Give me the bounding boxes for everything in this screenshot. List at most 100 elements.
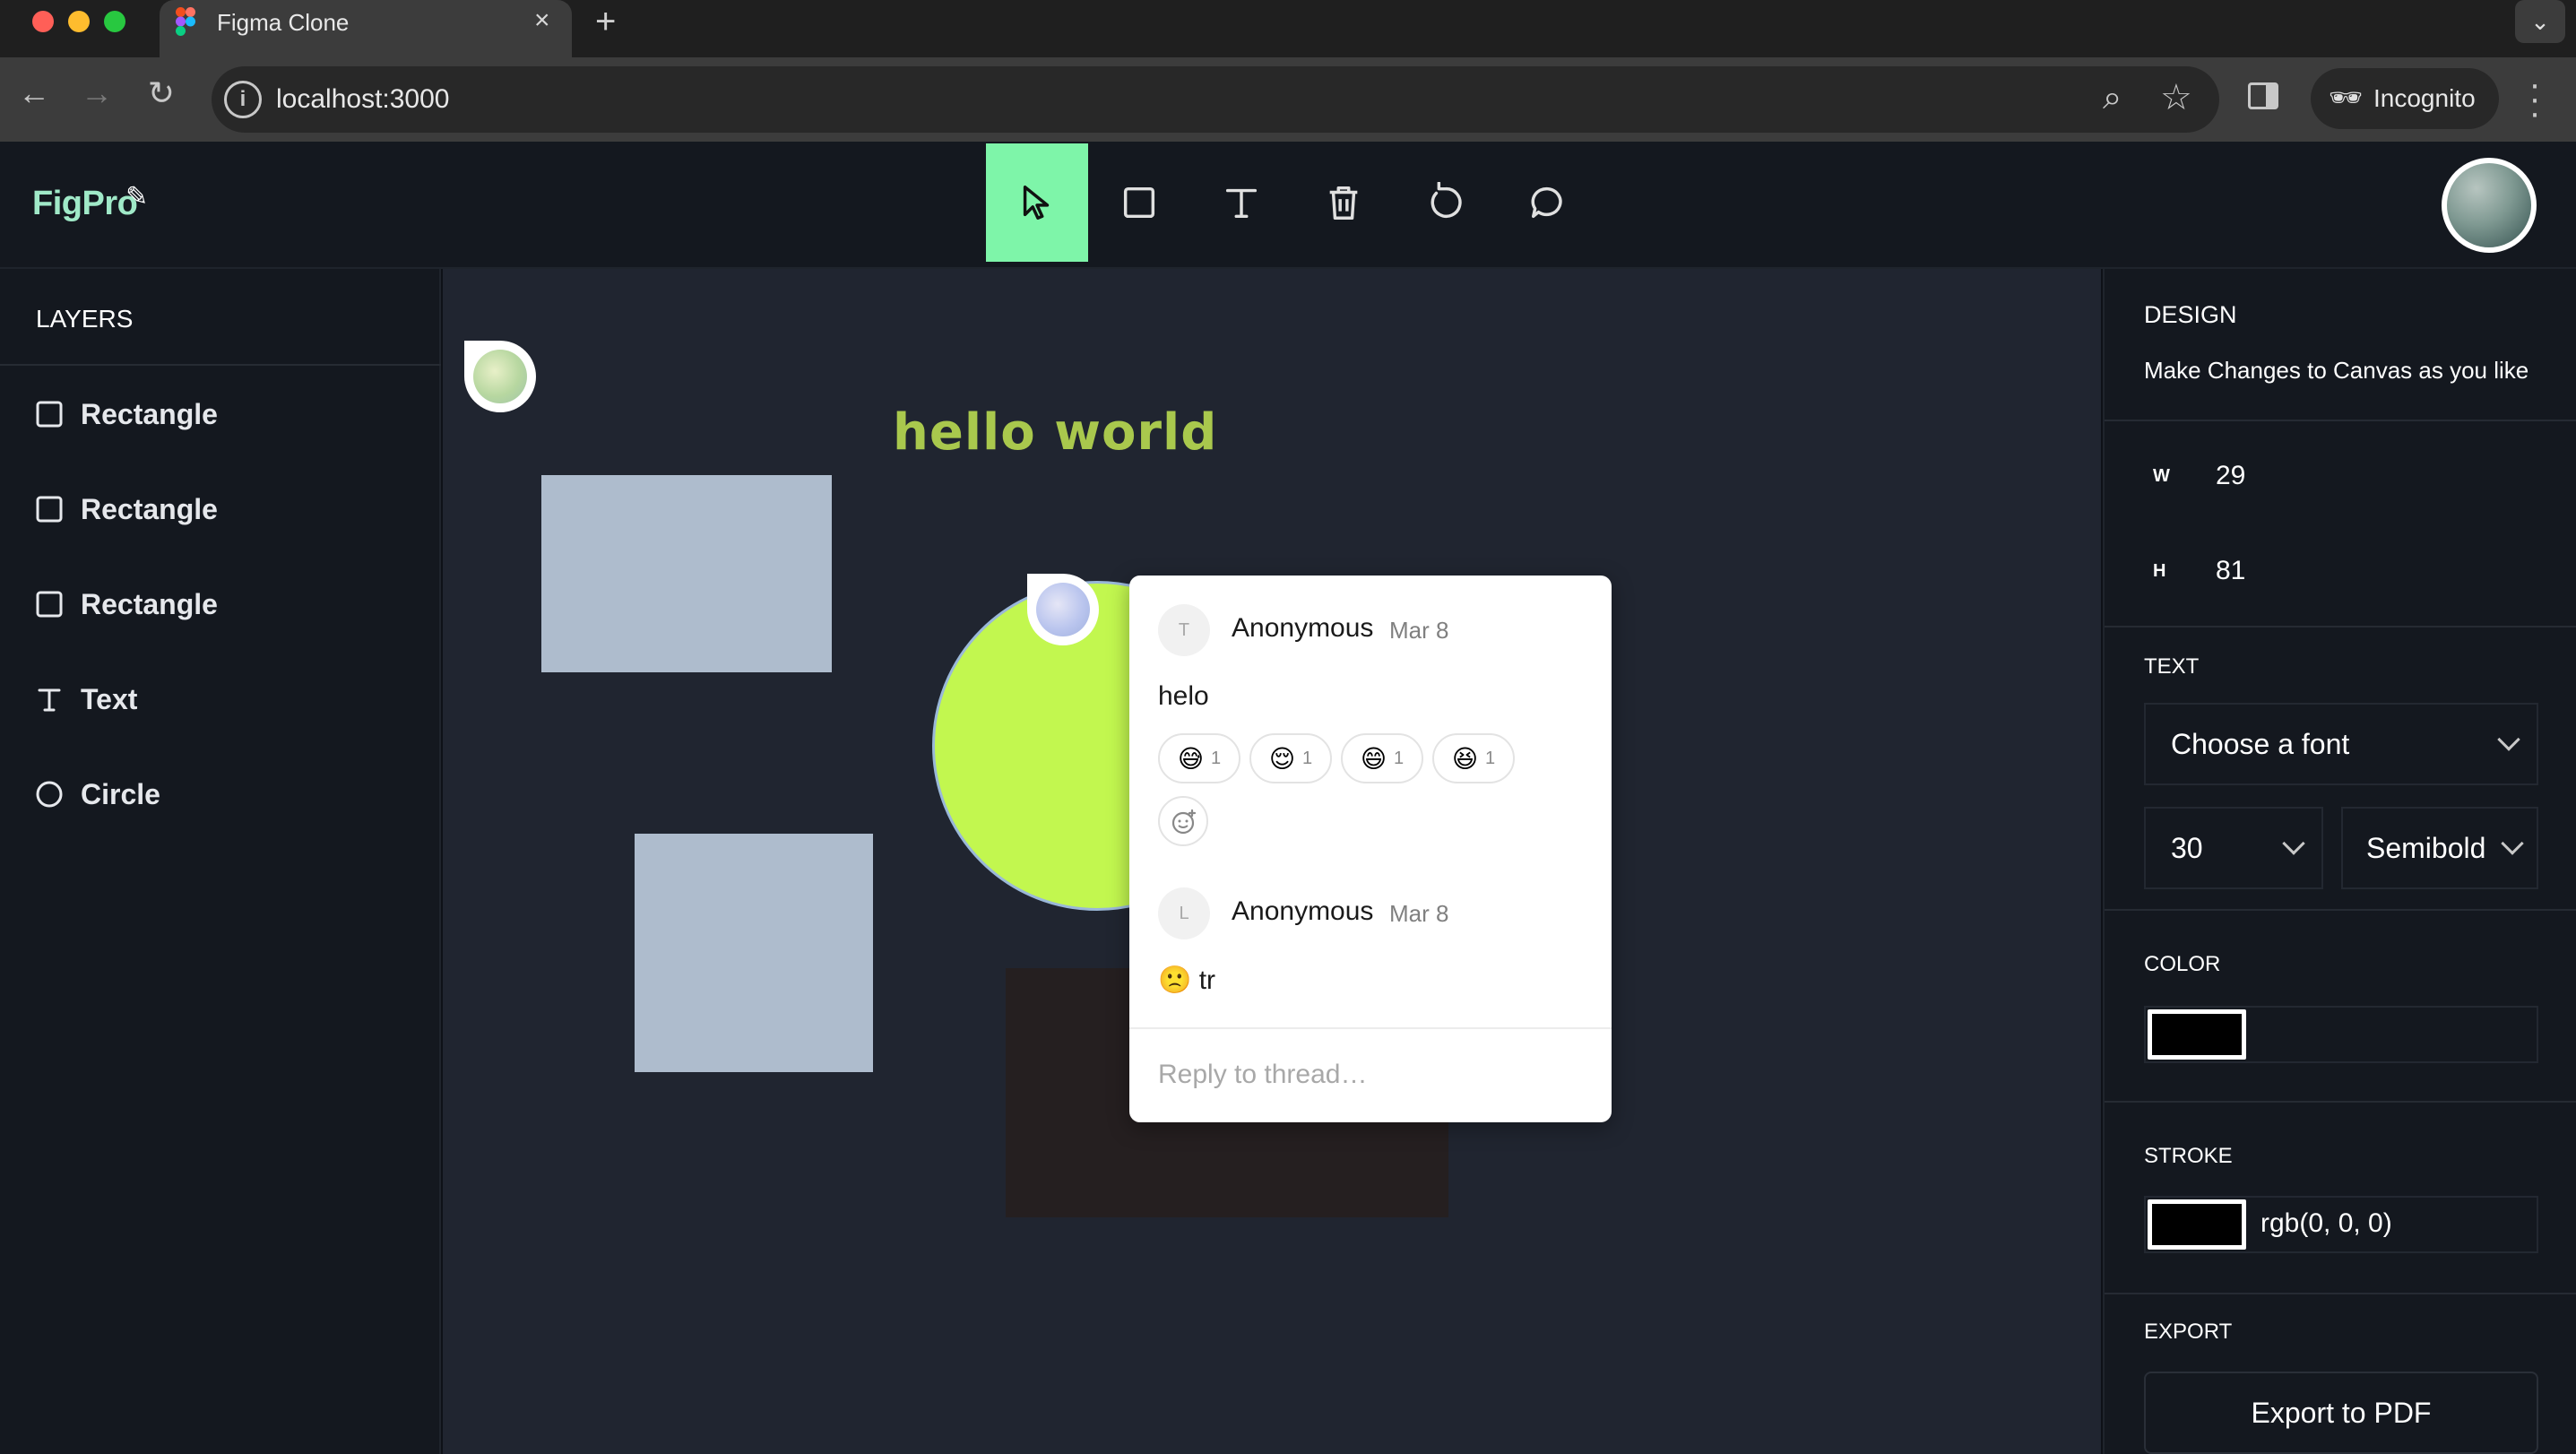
text-section-title: TEXT — [2144, 654, 2200, 679]
reload-icon[interactable]: ↻ — [142, 74, 181, 113]
comment-body: helo — [1158, 681, 1209, 711]
stroke-color-swatch[interactable] — [2148, 1199, 2246, 1250]
font-weight-value: Semibold — [2366, 831, 2486, 864]
add-emoji-icon — [1171, 809, 1197, 835]
reset-tool-button[interactable] — [1395, 143, 1497, 262]
reaction-count: 1 — [1302, 748, 1313, 768]
drawing-canvas[interactable]: hello world T Anonymous Mar 8 helo 😅 1 😌… — [443, 269, 2101, 1454]
select-tool-button[interactable] — [986, 143, 1088, 262]
reaction-emoji: 😄 — [1360, 744, 1387, 773]
chevron-down-icon — [2497, 728, 2520, 751]
design-title: DESIGN — [2144, 301, 2237, 328]
app-header: FigPro ✎ — [0, 142, 2576, 269]
font-family-select[interactable]: Choose a font — [2144, 703, 2538, 785]
tab-close-icon[interactable]: × — [534, 5, 550, 36]
canvas-rectangle[interactable] — [635, 834, 873, 1072]
circle-icon — [36, 781, 63, 808]
font-weight-select[interactable]: Semibold — [2341, 807, 2538, 889]
layer-item-text[interactable]: Text — [36, 672, 412, 726]
layer-item-circle[interactable]: Circle — [36, 767, 412, 821]
layer-label: Rectangle — [81, 492, 218, 525]
comment-pin-avatar[interactable] — [1027, 574, 1099, 645]
app-logo[interactable]: FigPro — [32, 185, 138, 223]
reaction-count: 1 — [1211, 748, 1222, 768]
canvas-rectangle[interactable] — [541, 475, 832, 672]
comment-thread-popover: T Anonymous Mar 8 helo 😅 1 😌 1 😄 1 😆 1 L… — [1129, 576, 1612, 1122]
address-bar[interactable]: i localhost:3000 ⌕ ☆ — [212, 66, 2219, 133]
fill-color-swatch[interactable] — [2148, 1009, 2246, 1060]
layers-title: LAYERS — [36, 305, 134, 333]
canvas-text-object[interactable]: hello world — [893, 403, 1217, 462]
font-size-value: 30 — [2171, 831, 2203, 864]
back-arrow-icon[interactable]: ← — [14, 74, 54, 113]
reaction-button[interactable]: 😄 1 — [1341, 733, 1423, 783]
chevron-down-icon — [2501, 832, 2524, 855]
window-zoom-button[interactable] — [104, 11, 125, 32]
reaction-count: 1 — [1485, 748, 1496, 768]
layers-panel: LAYERS Rectangle Rectangle Rectangle Tex… — [0, 269, 441, 1454]
live-cursor-avatar — [464, 341, 536, 412]
stroke-color-value[interactable]: rgb(0, 0, 0) — [2260, 1208, 2392, 1239]
width-label: W — [2153, 466, 2170, 486]
text-tool-button[interactable] — [1190, 143, 1292, 262]
reaction-emoji: 😆 — [1451, 744, 1479, 773]
font-size-select[interactable]: 30 — [2144, 807, 2323, 889]
url-text[interactable]: localhost:3000 — [276, 84, 449, 115]
layer-item-rectangle[interactable]: Rectangle — [36, 482, 412, 536]
incognito-label: Incognito — [2373, 84, 2476, 112]
trash-icon — [1329, 186, 1358, 220]
thread-divider — [1129, 1027, 1612, 1029]
pen-nib-icon: ✎ — [125, 182, 149, 212]
reaction-button[interactable]: 😅 1 — [1158, 733, 1240, 783]
comment-author-avatar: T — [1158, 604, 1210, 656]
chevron-down-icon — [2282, 832, 2305, 855]
add-reaction-button[interactable] — [1158, 796, 1208, 846]
rectangle-tool-button[interactable] — [1088, 143, 1190, 262]
browser-menu-icon[interactable]: · · · — [2526, 66, 2544, 131]
text-icon — [36, 686, 63, 713]
width-input[interactable]: 29 — [2216, 461, 2245, 491]
reaction-button[interactable]: 😆 1 — [1432, 733, 1515, 783]
comment-date: Mar 8 — [1389, 617, 1449, 644]
bookmark-star-icon[interactable]: ☆ — [2160, 77, 2192, 118]
incognito-badge[interactable]: 🕶 Incognito — [2311, 68, 2499, 129]
browser-tab[interactable]: Figma Clone × — [160, 0, 572, 57]
cursor-avatar-image — [473, 350, 527, 403]
comments-tool-button[interactable] — [1497, 143, 1599, 262]
window-minimize-button[interactable] — [68, 11, 90, 32]
user-avatar[interactable] — [2442, 158, 2537, 253]
section-divider — [2105, 909, 2576, 911]
stroke-color-picker[interactable]: rgb(0, 0, 0) — [2144, 1196, 2538, 1253]
forward-arrow-icon[interactable]: → — [77, 74, 117, 113]
browser-tab-bar: Figma Clone × + ⌄ — [0, 0, 2576, 57]
tab-search-chevron-icon[interactable]: ⌄ — [2515, 0, 2565, 43]
rectangle-icon — [1123, 186, 1155, 219]
reaction-count: 1 — [1394, 748, 1405, 768]
section-divider — [2105, 1293, 2576, 1294]
comment-body: 🙁 tr — [1158, 965, 1216, 995]
new-tab-icon[interactable]: + — [595, 2, 616, 41]
zoom-icon[interactable]: ⌕ — [2103, 79, 2122, 117]
reset-circular-arrow-icon — [1431, 182, 1462, 219]
browser-toolbar: ← → ↻ i localhost:3000 ⌕ ☆ 🕶 Incognito ·… — [0, 57, 2576, 142]
reaction-button[interactable]: 😌 1 — [1249, 733, 1332, 783]
delete-tool-button[interactable] — [1292, 143, 1395, 262]
fill-color-picker[interactable] — [2144, 1006, 2538, 1063]
section-divider — [2105, 626, 2576, 627]
layer-item-rectangle[interactable]: Rectangle — [36, 577, 412, 631]
text-t-icon — [1225, 188, 1258, 219]
design-panel: DESIGN Make Changes to Canvas as you lik… — [2103, 269, 2576, 1454]
section-divider — [2105, 420, 2576, 421]
reaction-emoji: 😌 — [1268, 744, 1296, 773]
window-close-button[interactable] — [32, 11, 54, 32]
export-pdf-button[interactable]: Export to PDF — [2144, 1372, 2538, 1454]
design-subtitle: Make Changes to Canvas as you like — [2144, 357, 2529, 384]
cursor-arrow-icon — [1023, 186, 1050, 220]
height-input[interactable]: 81 — [2216, 556, 2245, 586]
side-panel-icon[interactable] — [2248, 82, 2278, 109]
reply-input[interactable] — [1158, 1052, 1588, 1097]
layer-item-rectangle[interactable]: Rectangle — [36, 387, 412, 441]
section-divider — [2105, 1101, 2576, 1103]
incognito-icon: 🕶 — [2329, 83, 2364, 113]
site-info-icon[interactable]: i — [224, 81, 262, 118]
